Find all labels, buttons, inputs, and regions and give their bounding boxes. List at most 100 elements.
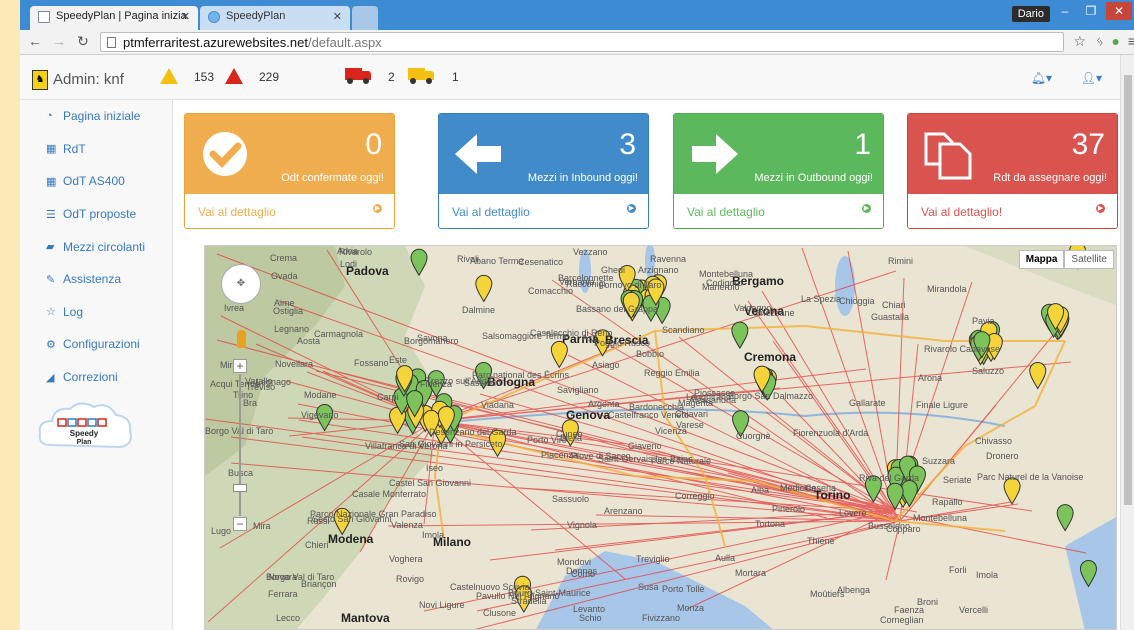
speedyplan-favicon-icon [208, 11, 220, 23]
tab-close-icon[interactable]: ✕ [181, 10, 190, 23]
panel-label: Mezzi in Outbound oggi! [754, 172, 873, 184]
minimize-icon[interactable]: – [1052, 2, 1078, 20]
map-city-label: Verbania [559, 277, 595, 287]
map-city-label: Finale Ligure [916, 400, 969, 410]
sidebar-item-mezzi-circolanti[interactable]: ▰ Mezzi circolanti [20, 230, 172, 263]
panel-value: 1 [854, 128, 871, 161]
page-favicon-icon [38, 11, 50, 23]
sidebar-item-label: Mezzi circolanti [63, 239, 146, 254]
url-input[interactable]: ptmferraritest.azurewebsites.net/default… [100, 32, 1064, 52]
map-city-label: Aulla [715, 553, 736, 563]
extension-pulse-icon[interactable]: ᛃ [1096, 33, 1104, 49]
map-city-label: Sassuolo [552, 494, 590, 504]
truck-red-icon[interactable] [345, 68, 371, 84]
map-city-label: Borgo San Dalmazzo [728, 391, 814, 401]
map-type-satellite-button[interactable]: Satellite [1064, 250, 1114, 269]
map-city-label: Cesenatico [518, 257, 564, 267]
browser-tab-active[interactable]: SpeedyPlan | Pagina inizia ✕ [30, 6, 198, 30]
map-city-label: Este [389, 355, 408, 365]
sidebar-item-assistenza[interactable]: ✎ Assistenza [20, 263, 172, 296]
notifications-bell-icon[interactable]: 🔔︎▾ [1031, 71, 1052, 85]
bookmark-star-icon[interactable]: ☆ [1073, 33, 1086, 50]
map-city-label: Montebelluna [699, 269, 754, 279]
map-city-label: Asiago [592, 360, 620, 370]
map-city-label: Desenzano del Garda [429, 427, 517, 437]
map-city-label: Schio [579, 613, 602, 623]
truck-yellow-count: 1 [452, 70, 459, 84]
sidebar-item-odt-as400[interactable]: ▦ OdT AS400 [20, 165, 172, 198]
sidebar-item-label: Correzioni [63, 370, 118, 385]
warning-yellow-icon[interactable] [160, 68, 178, 84]
reload-icon[interactable]: ↻ [74, 33, 92, 50]
map-city-label: Ravenna [650, 254, 687, 264]
sidebar-item-correzioni[interactable]: ◢ Correzioni [20, 361, 172, 394]
map-city-label: Imola [422, 530, 445, 540]
map-city-label: Trino [233, 390, 254, 400]
map-city-label: Corneglian [880, 615, 924, 625]
map-city-label: Fiorenzuola d'Arda [793, 428, 869, 438]
truck-yellow-icon[interactable] [408, 68, 434, 84]
map-city-label: Genova [566, 408, 611, 422]
panel-detail-link[interactable]: Vai al dettaglio! ▶ [908, 194, 1117, 228]
list-icon: ☰ [46, 208, 56, 221]
svg-text:Speedy: Speedy [70, 429, 99, 438]
zoom-slider-track[interactable] [239, 374, 241, 516]
zoom-out-button[interactable]: − [233, 517, 247, 531]
map-city-label: Monza [677, 603, 705, 613]
map-city-label: Ferrara [268, 589, 298, 599]
warning-yellow-count: 153 [194, 70, 215, 84]
map-city-label: Novi Ligure [419, 600, 465, 610]
street-view-pegman-icon[interactable] [237, 330, 246, 348]
map-city-label: Castelfranco Veneto [608, 410, 690, 420]
map-city-label: Rapallo [932, 497, 963, 507]
cogs-icon: ⚙ [46, 338, 56, 351]
map-city-label: Argenta [588, 399, 620, 409]
main-content: 0 Odt confermate oggi! Vai al dettaglio … [173, 100, 1134, 630]
sidebar-item-log[interactable]: ☆ Log [20, 296, 172, 329]
map-pan-control[interactable]: ✥ [221, 264, 261, 304]
google-map[interactable]: Saint-Gervais-les-Bains Aosta Biella Novara… [204, 245, 1117, 630]
panel-detail-link[interactable]: Vai al dettaglio ▶ [439, 194, 648, 228]
map-city-label: Mirandola [927, 284, 967, 294]
panel-detail-link[interactable]: Vai al dettaglio ▶ [674, 194, 883, 228]
sidebar-item-rdt[interactable]: ▦ RdT [20, 133, 172, 166]
zoom-in-button[interactable]: + [233, 359, 247, 373]
sidebar-item-label: Log [63, 304, 84, 319]
map-marker-pin [1029, 362, 1047, 390]
map-type-mappa-button[interactable]: Mappa [1018, 250, 1065, 269]
map-city-label: Poggio Rusco [594, 338, 651, 348]
browser-tab-inactive[interactable]: SpeedyPlan ✕ [200, 6, 350, 30]
panel-link-text: Vai al dettaglio [452, 205, 530, 219]
chrome-menu-icon[interactable]: ≡ [1128, 33, 1134, 49]
tab-close-icon[interactable]: ✕ [333, 10, 342, 23]
zoom-slider-handle[interactable] [233, 484, 247, 492]
user-menu-icon[interactable]: 👤︎▾ [1081, 71, 1102, 85]
sidebar-item-pagina-iniziale[interactable]: ◔ Pagina iniziale [20, 100, 172, 133]
new-tab-button[interactable] [352, 6, 378, 30]
panel-mezzi-outbound: 1 Mezzi in Outbound oggi! Vai al dettagl… [673, 113, 884, 229]
back-arrow-icon[interactable]: ← [26, 33, 44, 49]
edit-icon: ✎ [46, 273, 56, 286]
map-city-label: Vercelli [959, 605, 989, 615]
panel-detail-link[interactable]: Vai al dettaglio ▶ [185, 194, 394, 228]
copy-icon [920, 126, 976, 187]
tab-strip: SpeedyPlan | Pagina inizia ✕ SpeedyPlan … [20, 0, 1134, 30]
close-window-icon[interactable]: ✕ [1106, 2, 1132, 20]
sidebar-item-configurazioni[interactable]: ⚙ Configurazioni [20, 328, 172, 361]
maximize-icon[interactable]: ❐ [1078, 2, 1104, 20]
warning-red-icon[interactable] [225, 68, 243, 84]
sidebar-item-odt-proposte[interactable]: ☰ OdT proposte [20, 198, 172, 231]
map-city-label: Carpi [377, 392, 399, 402]
extension-shield-icon[interactable]: ● [1112, 33, 1120, 49]
page-scrollbar[interactable] [1120, 55, 1134, 630]
map-city-label: Chivasso [975, 436, 1013, 446]
map-city-label: Lecco [276, 613, 301, 623]
forward-arrow-icon[interactable]: → [50, 33, 68, 49]
map-city-label: Rimini [888, 256, 914, 266]
panel-value: 0 [365, 128, 382, 161]
browser-user-badge[interactable]: Dario [1011, 6, 1050, 22]
map-city-label: Parco Nazionale Gran Paradiso [310, 509, 437, 519]
panel-label: Mezzi in Inbound oggi! [527, 172, 638, 184]
scrollbar-thumb[interactable] [1124, 75, 1132, 505]
map-city-label: Manerbio [702, 282, 740, 292]
